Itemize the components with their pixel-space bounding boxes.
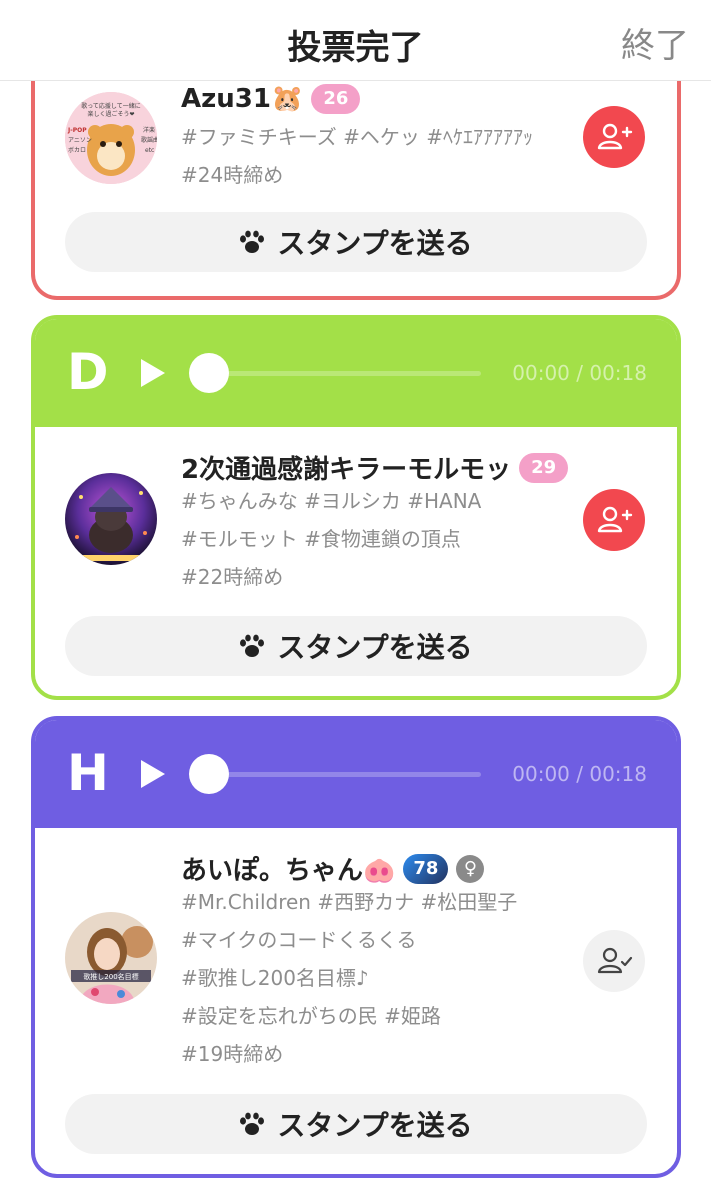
tag-list: #ファミチキーズ #ヘケッ #ﾍｹｴｱｱｱｱｱｯ #24時締め [181,118,561,194]
progress-knob[interactable] [189,754,229,794]
paw-icon [240,1112,265,1135]
tag-line: #Mr.Children #西野カナ #松田聖子 [181,890,518,914]
tag-line: #ファミチキーズ #ヘケッ #ﾍｹｴｱｱｱｱｱｯ [181,125,533,149]
user-check-icon [597,947,633,974]
send-stamp-button[interactable]: スタンプを送る [65,212,647,272]
level-badge: 29 [519,452,569,483]
name-row: あいぽ。ちゃん🐽 78 ♀ [181,850,485,887]
send-stamp-label: スタンプを送る [277,227,473,260]
avatar-caption: 歌推し200名目標 [83,972,138,981]
playback-time: 00:00 / 00:18 [512,361,647,385]
tag-line: #22時締め [181,565,284,589]
avatar[interactable]: 歌って応援して一緒に 楽しく過ごそう❤ J-POP アニソン ボカロ 洋楽 歌謡… [65,92,157,184]
photo-avatar-image: 歌推し200名目標 [65,912,157,1004]
tag-line: #マイクのコードくるくる [181,928,417,952]
name-row: 2次通過感謝キラーモルモッ 29 [181,449,569,486]
send-stamp-label: スタンプを送る [277,631,473,664]
send-stamp-label: スタンプを送る [277,1109,473,1142]
avatar-text-line2: 楽しく過ごそう❤ [87,110,134,118]
progress-track[interactable] [211,371,481,376]
following-button[interactable] [583,930,645,992]
page-title: 投票完了 [287,28,424,68]
avatar[interactable]: 歌推し200名目標 [65,912,157,1004]
singer-name[interactable]: 2次通過感謝キラーモルモッ [181,449,511,486]
female-icon: ♀ [456,854,485,883]
singer-card-d: D 00:00 / 00:18 2次通過感謝キラーモルモッ 29 #ちゃんみな … [31,315,681,700]
entry-letter: H [67,744,109,802]
singer-card-h: H 00:00 / 00:18 歌推し200名目標 あいぽ。ちゃん🐽 78 ♀ … [31,716,681,1178]
audio-player: H 00:00 / 00:18 [35,720,677,828]
singer-name[interactable]: あいぽ。ちゃん🐽 [181,850,395,887]
avatar-text-left1: J-POP [67,127,87,134]
avatar-text-line1: 歌って応援して一緒に [81,102,141,110]
user-plus-icon [597,123,633,150]
avatar-text-right2: 歌謡曲 [141,136,157,144]
character-avatar-image [65,473,157,565]
tag-list: #ちゃんみな #ヨルシカ #HANA #モルモット #食物連鎖の頂点 #22時締… [181,482,561,596]
send-stamp-button[interactable]: スタンプを送る [65,1094,647,1154]
tag-line: #歌推し200名目標♪ [181,966,369,990]
name-row: Azu31🐹 26 [181,84,361,114]
playback-time: 00:00 / 00:18 [512,762,647,786]
tag-line: #ちゃんみな #ヨルシカ #HANA [181,489,482,513]
audio-player: D 00:00 / 00:18 [35,319,677,427]
play-icon[interactable] [141,760,165,788]
tag-line: #19時締め [181,1042,284,1066]
play-icon[interactable] [141,359,165,387]
avatar-text-left2: アニソン [68,137,92,144]
avatar-text-left3: ボカロ [68,146,86,154]
header: 投票完了 終了 [0,0,711,81]
tag-list: #Mr.Children #西野カナ #松田聖子 #マイクのコードくるくる #歌… [181,883,561,1073]
paw-icon [240,634,265,657]
hamster-avatar-image: 歌って応援して一緒に 楽しく過ごそう❤ J-POP アニソン ボカロ 洋楽 歌謡… [65,92,157,184]
close-button[interactable]: 終了 [621,18,689,67]
entry-letter: D [67,343,109,401]
level-badge: 78 [403,853,449,884]
send-stamp-button[interactable]: スタンプを送る [65,616,647,676]
avatar-text-right3: etc [145,147,154,154]
tag-line: #モルモット #食物連鎖の頂点 [181,527,461,551]
tag-line: #24時締め [181,163,284,187]
singer-name[interactable]: Azu31🐹 [181,84,303,114]
level-badge: 26 [311,84,361,114]
follow-button[interactable] [583,489,645,551]
progress-knob[interactable] [189,353,229,393]
user-plus-icon [597,506,633,533]
tag-line: #設定を忘れがちの民 #姫路 [181,1004,441,1028]
follow-button[interactable] [583,106,645,168]
avatar-text-right1: 洋楽 [143,126,155,134]
paw-icon [240,230,265,253]
progress-track[interactable] [211,772,481,777]
avatar[interactable] [65,473,157,565]
